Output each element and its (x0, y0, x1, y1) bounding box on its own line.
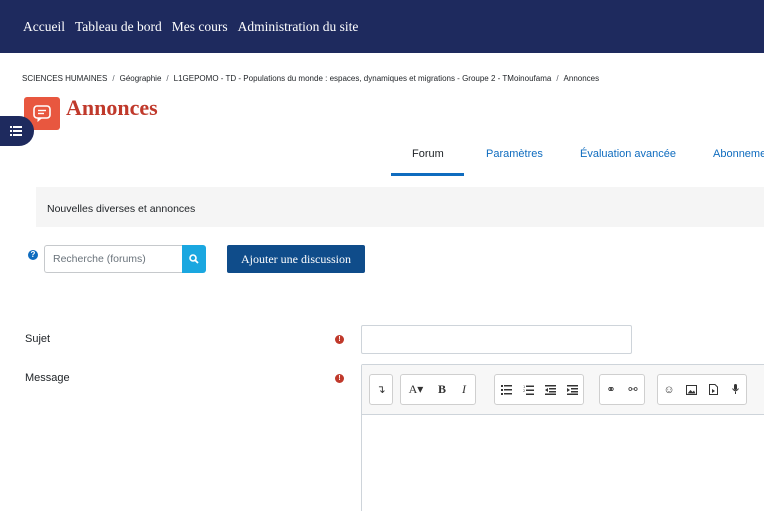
breadcrumb-separator: / (556, 74, 559, 83)
nav-site-admin[interactable]: Administration du site (238, 19, 359, 35)
subject-label: Sujet (25, 333, 51, 345)
breadcrumb-item-category[interactable]: SCIENCES HUMAINES (22, 74, 107, 83)
toolbar-group: ⚭ ⚯ (599, 374, 645, 405)
search-input[interactable] (44, 245, 182, 273)
image-icon[interactable] (682, 378, 700, 402)
required-icon: ! (335, 335, 344, 344)
add-discussion-button[interactable]: Ajouter une discussion (227, 245, 365, 273)
nav-my-courses[interactable]: Mes cours (172, 19, 228, 35)
message-editor[interactable]: ↴ A▾ B I 12 ⚭ ⚯ ☺ (361, 364, 764, 511)
breadcrumb-separator: / (112, 74, 115, 83)
active-tab-indicator (391, 173, 464, 176)
unlink-icon[interactable]: ⚯ (624, 378, 642, 402)
emoticon-icon[interactable]: ☺ (660, 378, 678, 402)
subject-input[interactable] (361, 325, 632, 354)
toolbar-group: ☺ (657, 374, 747, 405)
toolbar-group: 12 (494, 374, 584, 405)
bold-icon[interactable]: B (433, 378, 451, 402)
text-style-icon[interactable]: ↴ (372, 378, 390, 402)
nav-home[interactable]: Accueil (23, 19, 65, 35)
tab-settings[interactable]: Paramètres (486, 148, 543, 160)
breadcrumb: SCIENCES HUMAINES / Géographie / L1GEPOMO - … (22, 74, 599, 83)
tab-subscriptions[interactable]: Abonneme (713, 148, 764, 160)
editor-toolbar: ↴ A▾ B I 12 ⚭ ⚯ ☺ (362, 365, 764, 415)
message-label: Message (25, 372, 70, 384)
search-button[interactable] (182, 245, 206, 273)
forum-tabs: Forum Paramètres Évaluation avancée Abon… (391, 144, 764, 177)
top-navbar: Accueil Tableau de bord Mes cours Admini… (0, 0, 764, 53)
svg-text:2: 2 (523, 389, 525, 393)
font-color-icon[interactable]: A▾ (403, 378, 429, 402)
record-audio-icon[interactable] (726, 378, 744, 402)
link-icon[interactable]: ⚭ (602, 378, 620, 402)
required-icon: ! (335, 374, 344, 383)
nav-dashboard[interactable]: Tableau de bord (75, 19, 162, 35)
unordered-list-icon[interactable] (497, 378, 515, 402)
italic-icon[interactable]: I (455, 378, 473, 402)
page-title: Annonces (66, 95, 158, 120)
forum-intro-text: Nouvelles diverses et annonces (47, 203, 196, 215)
toolbar-group: A▾ B I (400, 374, 476, 405)
breadcrumb-item-course[interactable]: L1GEPOMO - TD - Populations du monde : e… (174, 74, 552, 83)
tab-forum[interactable]: Forum (412, 148, 444, 160)
tab-advanced-grading[interactable]: Évaluation avancée (580, 148, 676, 160)
ordered-list-icon[interactable]: 12 (519, 378, 537, 402)
forum-intro-box: Nouvelles diverses et annonces (36, 187, 764, 227)
breadcrumb-item-current[interactable]: Annonces (564, 74, 600, 83)
toolbar-group: ↴ (369, 374, 393, 405)
outdent-icon[interactable] (541, 378, 559, 402)
help-icon[interactable]: ? (28, 250, 38, 260)
media-icon[interactable] (704, 378, 722, 402)
breadcrumb-separator: / (166, 74, 169, 83)
breadcrumb-item-subcategory[interactable]: Géographie (120, 74, 162, 83)
drawer-toggle-button[interactable] (0, 116, 34, 146)
indent-icon[interactable] (563, 378, 581, 402)
